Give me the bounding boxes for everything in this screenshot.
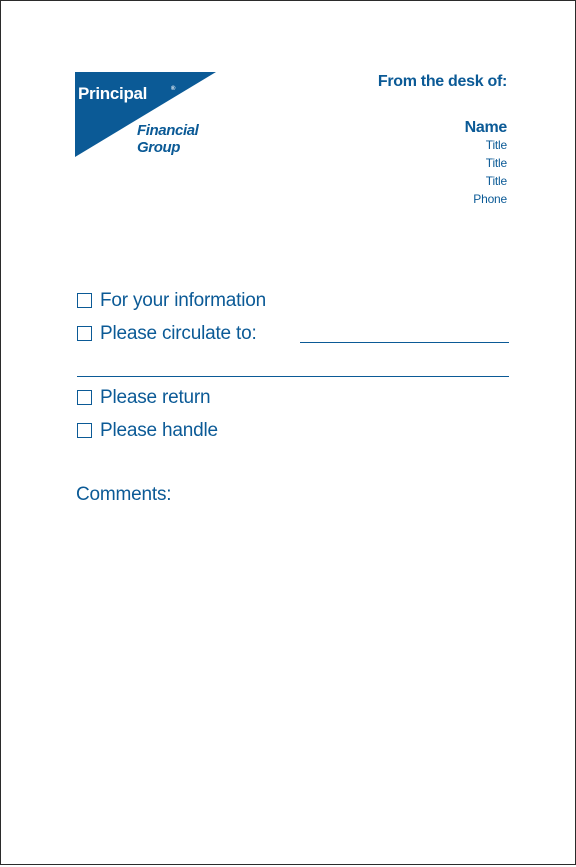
sender-name: Name	[464, 119, 508, 136]
logo-principal-text: Principal	[78, 84, 148, 103]
sender-block: Name Title Title Title Phone	[464, 119, 508, 208]
comments-label: Comments:	[76, 484, 172, 505]
checklist-label-handle: Please handle	[100, 420, 218, 441]
checkbox-return[interactable]	[77, 390, 92, 405]
logo-group-text: Group	[137, 139, 180, 156]
checklist-item-handle: Please handle	[77, 421, 218, 440]
checklist-item-information: For your information	[77, 291, 266, 310]
circulate-to-line-continued[interactable]	[77, 376, 509, 377]
checkbox-information[interactable]	[77, 293, 92, 308]
sender-phone: Phone	[473, 192, 507, 206]
checklist-item-circulate: Please circulate to:	[77, 324, 257, 343]
memo-page: Principal ® Financial Group From the des…	[0, 0, 576, 865]
sender-title-2: Title	[485, 156, 507, 170]
from-desk-heading: From the desk of:	[377, 73, 507, 90]
principal-financial-group-logo: Principal ® Financial Group	[75, 72, 216, 157]
checklist-label-circulate: Please circulate to:	[100, 323, 257, 344]
sender-title-1: Title	[485, 138, 507, 152]
logo-registered-mark: ®	[171, 86, 176, 92]
checklist-label-information: For your information	[100, 290, 267, 311]
checkbox-handle[interactable]	[77, 423, 92, 438]
logo-financial-text: Financial	[137, 122, 199, 139]
checklist-label-return: Please return	[100, 387, 211, 408]
checkbox-circulate[interactable]	[77, 326, 92, 341]
sender-title-3: Title	[485, 174, 507, 188]
circulate-to-line[interactable]	[300, 342, 509, 343]
checklist-item-return: Please return	[77, 387, 211, 408]
